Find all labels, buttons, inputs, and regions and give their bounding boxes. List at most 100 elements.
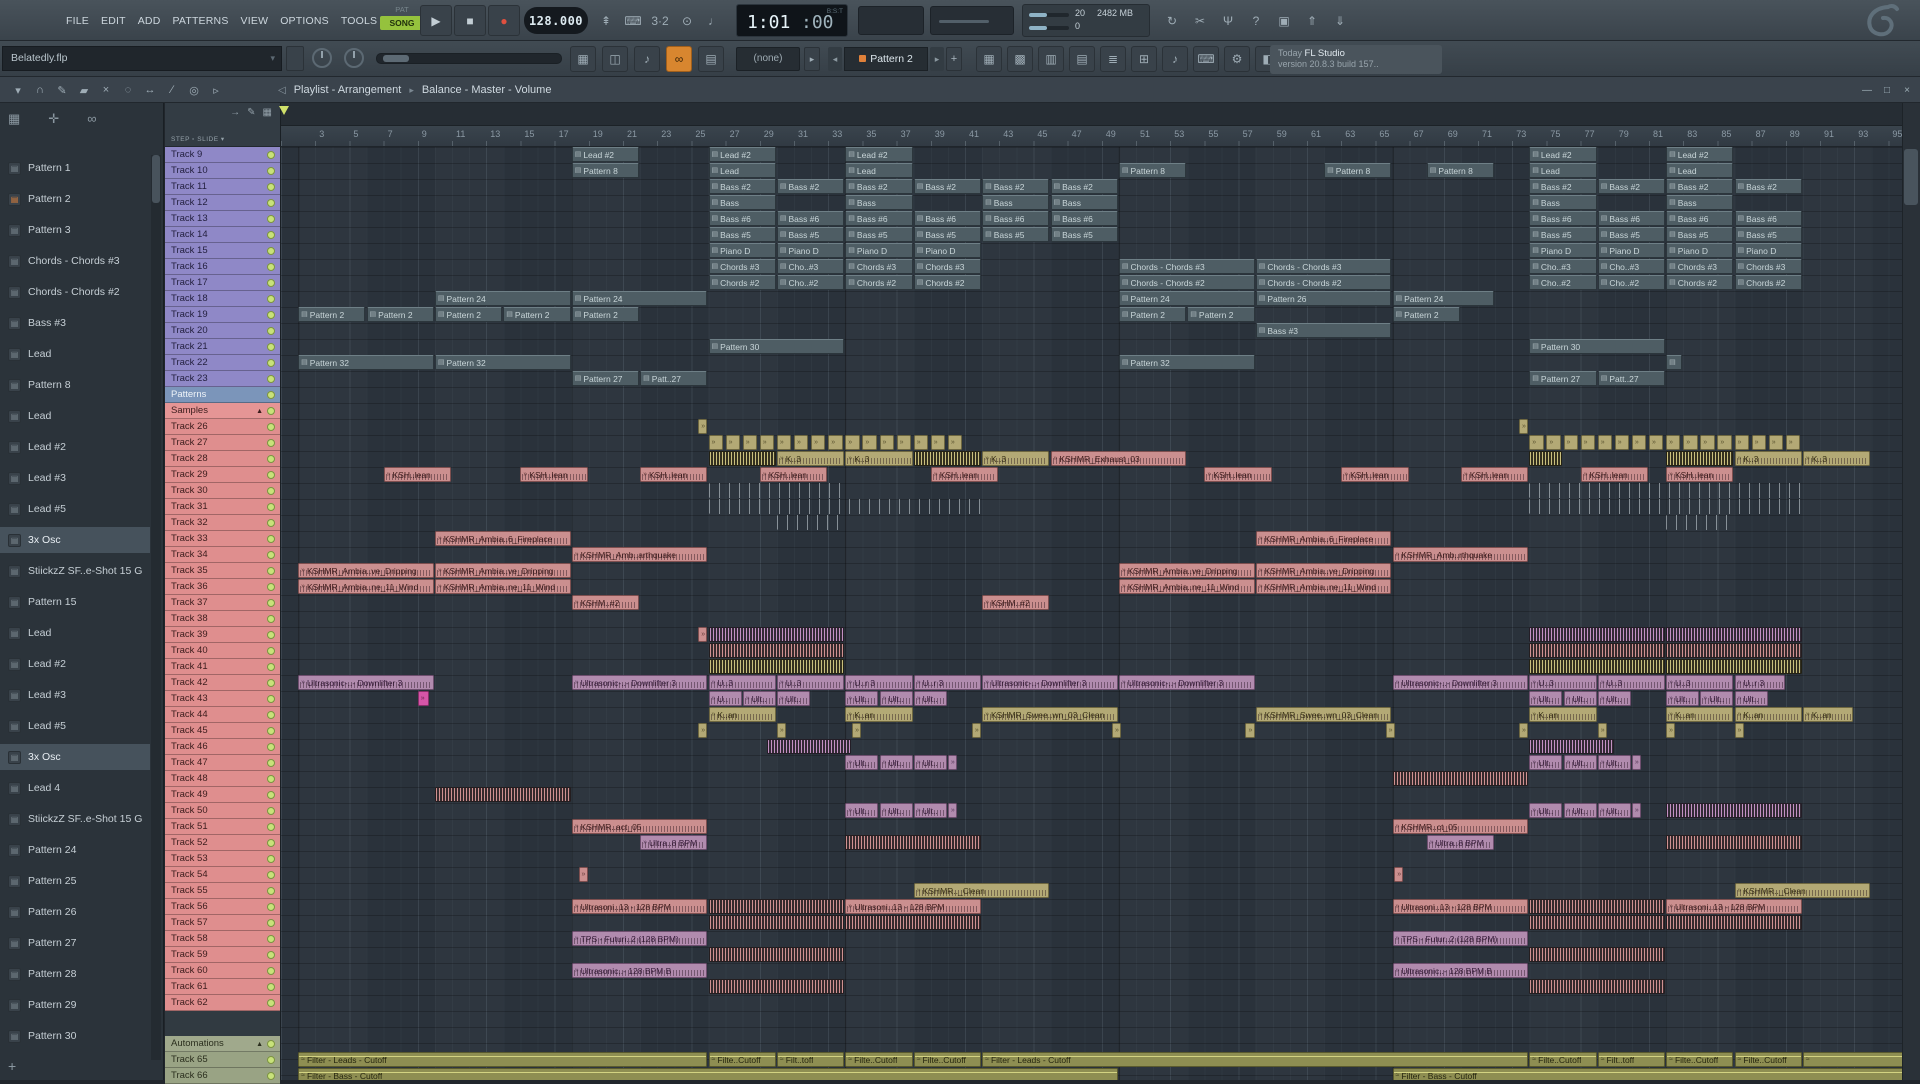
pattern-clip-chords-3[interactable]: ▤ Chords #3 — [708, 259, 776, 274]
audio-clip[interactable]: » — [1563, 435, 1578, 450]
audio-clip-ult[interactable]: » Ult.. — [879, 803, 913, 818]
audio-clip[interactable] — [708, 915, 845, 930]
pattern-clip-chords-2[interactable]: ▤ Chords #2 — [708, 275, 776, 290]
track-header-samples[interactable]: Samples ▲ — [165, 403, 280, 419]
audio-clip[interactable]: » — [811, 435, 826, 450]
audio-clip[interactable] — [708, 979, 845, 994]
track-header-track-20[interactable]: Track 20 — [165, 323, 280, 339]
track-mute-led[interactable] — [267, 231, 275, 239]
audio-clip-k-an[interactable]: » K..an — [1802, 707, 1854, 722]
audio-clip-kshmr-ambia-ve-dripping[interactable]: » KSHMR_Ambia..ve_Dripping — [1255, 563, 1392, 578]
audio-clip-ult[interactable]: » Ult.. — [1597, 691, 1631, 706]
pattern-clip-pattern-32[interactable]: ▤ Pattern 32 — [298, 355, 434, 370]
track-mute-led[interactable] — [267, 247, 275, 255]
audio-clip-ultrasoni-13-128-bpm[interactable]: » Ultrasoni..13 - 128 BPM — [845, 899, 982, 914]
picker-item-pattern-3[interactable]: ▤ Pattern 3 — [0, 217, 150, 243]
menu-item-patterns[interactable]: PATTERNS — [166, 11, 234, 31]
picker-item-bass-3[interactable]: ▤ Bass #3 — [0, 310, 150, 336]
audio-clip[interactable] — [1666, 835, 1802, 850]
audio-clip[interactable] — [913, 451, 982, 466]
track-mute-led[interactable] — [267, 487, 275, 495]
audio-clip-ksh-lean[interactable]: » KSH..lean — [1580, 467, 1648, 482]
audio-clip-ksh-lean[interactable]: » KSH..lean — [520, 467, 588, 482]
marker-band[interactable] — [279, 103, 1902, 126]
track-mute-led[interactable] — [267, 407, 275, 415]
automation-clip-filter-bass-cutoff[interactable]: ≈ Filter - Bass - Cutoff — [1392, 1068, 1902, 1080]
track-header-track-66[interactable]: Track 66 — [165, 1068, 280, 1084]
audio-clip[interactable] — [434, 787, 571, 802]
pattern-clip-piano-d[interactable]: ▤ Piano D — [1597, 243, 1666, 258]
track-mute-led[interactable] — [267, 391, 275, 399]
audio-clip-ult[interactable]: » Ult.. — [1563, 755, 1597, 770]
audio-clip-ult[interactable]: » Ult.. — [1666, 691, 1700, 706]
pattern-clip-bass-6[interactable]: ▤ Bass #6 — [1050, 211, 1118, 226]
pattern-clip-bass-5[interactable]: ▤ Bass #5 — [708, 227, 776, 242]
arrow-icon[interactable]: → — [230, 107, 240, 118]
audio-clip[interactable] — [1529, 627, 1666, 642]
picker-item-lead[interactable]: ▤ Lead — [0, 341, 150, 367]
marker-selector[interactable]: (none) — [736, 47, 800, 71]
step-edit-icon[interactable]: ⇞ — [594, 5, 618, 36]
audio-clip-ult[interactable]: » Ult.. — [879, 755, 913, 770]
menu-item-edit[interactable]: EDIT — [95, 11, 132, 31]
track-mute-led[interactable] — [267, 263, 275, 271]
pattern-clip-chords-chords-3[interactable]: ▤ Chords - Chords #3 — [1118, 259, 1255, 274]
picker-item-pattern-29[interactable]: ▤ Pattern 29 — [0, 992, 150, 1018]
pattern-clip-pattern-2[interactable]: ▤ Pattern 2 — [298, 307, 366, 322]
track-header-automations[interactable]: Automations ▲ — [165, 1036, 280, 1052]
browser-icon[interactable]: ≣ — [1100, 46, 1126, 72]
audio-clip-k-an[interactable]: » K..an — [1734, 707, 1802, 722]
track-mute-led[interactable] — [267, 471, 275, 479]
track-header-track-31[interactable]: Track 31 — [165, 499, 280, 515]
audio-clip[interactable] — [1666, 915, 1802, 930]
picker-swap-icon[interactable]: ✛ — [48, 111, 59, 127]
pattern-clip-pattern-32[interactable]: ▤ Pattern 32 — [434, 355, 571, 370]
audio-clip-ultrasoni-13-128-bpm[interactable]: » Ultrasoni..13 - 128 BPM — [571, 899, 708, 914]
track-header-track-42[interactable]: Track 42 — [165, 675, 280, 691]
track-header-track-46[interactable]: Track 46 — [165, 739, 280, 755]
help-icon[interactable]: ? — [1244, 5, 1268, 36]
automation-clip-filte-cutoff[interactable]: ≈ Filte..Cutoff — [708, 1052, 776, 1067]
maximize-button[interactable]: □ — [1878, 81, 1896, 99]
main-volume-knob[interactable] — [312, 48, 332, 68]
automation-clip-filter-bass-cutoff[interactable]: ≈ Filter - Bass - Cutoff — [298, 1068, 1118, 1080]
audio-clip[interactable] — [708, 659, 845, 674]
track-mute-led[interactable] — [267, 903, 275, 911]
audio-clip[interactable]: » — [1631, 435, 1647, 450]
pattern-clip-bass-2[interactable]: ▤ Bass #2 — [1666, 179, 1734, 194]
audio-clip[interactable] — [1666, 627, 1802, 642]
picker-item-lead-4[interactable]: ▤ Lead 4 — [0, 775, 150, 801]
menu-item-add[interactable]: ADD — [132, 11, 167, 31]
typing-keyboard-icon[interactable]: ⌨ — [621, 5, 645, 36]
picker-item-pattern-27[interactable]: ▤ Pattern 27 — [0, 930, 150, 956]
track-mute-led[interactable] — [267, 791, 275, 799]
pattern-clip-pattern-2[interactable]: ▤ Pattern 2 — [434, 307, 503, 322]
audio-clip[interactable]: » — [1597, 723, 1607, 738]
shift-slider[interactable] — [930, 6, 1014, 35]
audio-clip-u-3[interactable]: » U..3 — [1666, 675, 1734, 690]
audio-clip[interactable]: » — [759, 435, 775, 450]
audio-clip-ult[interactable]: » Ult.. — [845, 803, 879, 818]
audio-clip[interactable]: » — [971, 723, 982, 738]
wait-input-icon[interactable]: ⊙ — [675, 5, 699, 36]
pattern-clip-patt-27[interactable]: ▤ Patt..27 — [1597, 371, 1666, 386]
pattern-clip[interactable]: ▤ — [1666, 355, 1683, 370]
audio-clip[interactable]: » — [913, 435, 929, 450]
audio-clip[interactable]: » — [1245, 723, 1255, 738]
track-header-track-43[interactable]: Track 43 — [165, 691, 280, 707]
pattern-clip-bass-5[interactable]: ▤ Bass #5 — [1734, 227, 1802, 242]
pattern-clip-bass-5[interactable]: ▤ Bass #5 — [1529, 227, 1597, 242]
audio-clip[interactable]: » — [1519, 723, 1529, 738]
pattern-clip-chords-3[interactable]: ▤ Chords #3 — [1666, 259, 1734, 274]
audio-clip[interactable]: » — [845, 435, 860, 450]
track-mute-led[interactable] — [267, 823, 275, 831]
track-mute-led[interactable] — [267, 295, 275, 303]
settings-icon[interactable]: ⚙ — [1224, 46, 1250, 72]
pattern-clip-bass-6[interactable]: ▤ Bass #6 — [1666, 211, 1734, 226]
playback-tool-icon[interactable]: ▹ — [206, 80, 226, 100]
track-mute-led[interactable] — [267, 935, 275, 943]
track-mute-led[interactable] — [267, 951, 275, 959]
track-mute-led[interactable] — [267, 647, 275, 655]
pattern-clip-chords-chords-3[interactable]: ▤ Chords - Chords #3 — [1255, 259, 1392, 274]
audio-clip[interactable] — [1529, 947, 1666, 962]
